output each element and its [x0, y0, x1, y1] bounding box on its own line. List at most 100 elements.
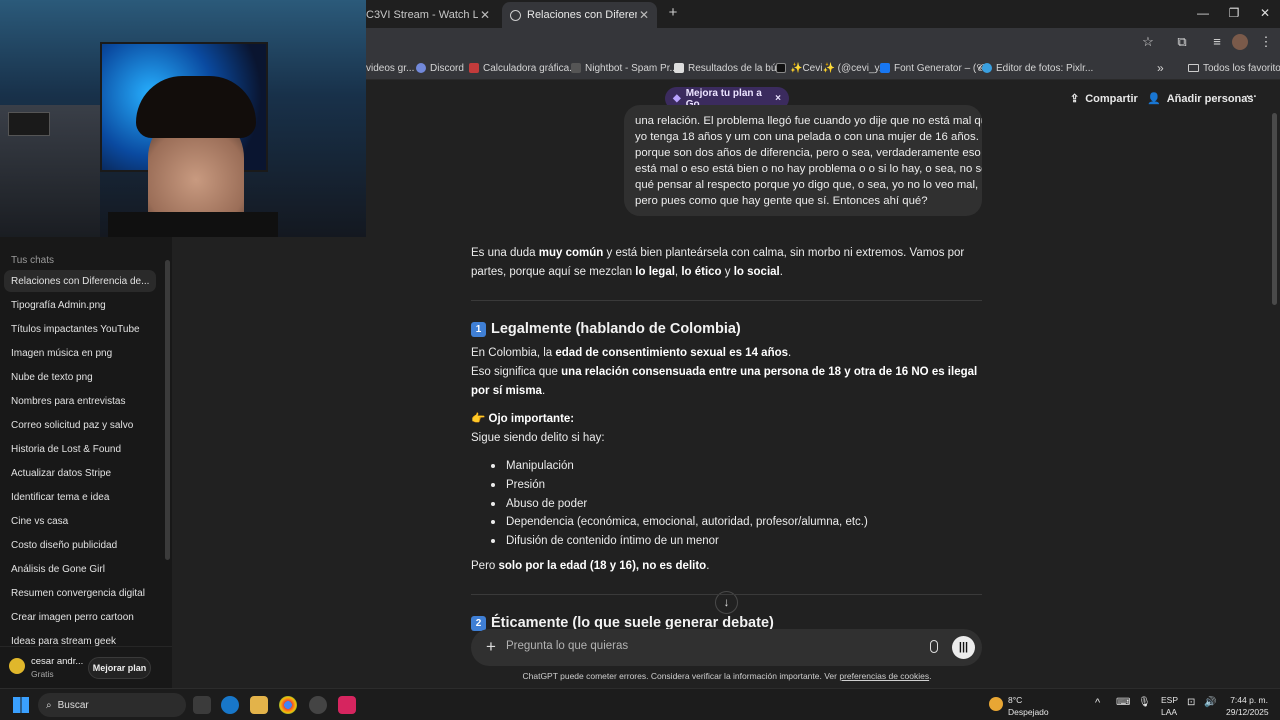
legal-paragraph-1: En Colombia, la edad de consentimiento s… [471, 344, 982, 363]
microphone-tray-icon[interactable]: 🎙 [1138, 698, 1151, 708]
bold-text: lo social [733, 265, 780, 278]
upgrade-plan-button[interactable]: Mejorar plan [88, 657, 151, 679]
taskbar-search[interactable]: ⌕ Buscar [38, 693, 186, 717]
sidebar-item-chat[interactable]: Correo solicitud paz y salvo [4, 414, 156, 436]
search-label: Buscar [57, 699, 89, 711]
keyboard-icon[interactable]: ⌨ [1116, 698, 1130, 708]
bookmark-label: Discord [430, 62, 464, 74]
text: Eso significa que [471, 366, 562, 378]
user-message-line: qué pensar al respecto porque yo digo qu… [635, 179, 979, 191]
chrome-icon[interactable] [279, 696, 297, 714]
sidebar-item-chat[interactable]: Resumen convergencia digital [4, 582, 156, 604]
bookmark-font-generator[interactable]: Font Generator – (𝓒... [880, 60, 992, 76]
volume-icon[interactable]: 🔊 [1204, 698, 1216, 708]
windows-taskbar: ⌕ Buscar 8°C Despejado ^ ⌨ 🎙 ESP LAA ⊡ 🔊… [0, 688, 1280, 720]
sidebar-item-chat[interactable]: Actualizar datos Stripe [4, 462, 156, 484]
profile-footer[interactable]: cesar andr... Gratis Mejorar plan [0, 646, 172, 688]
sidebar-item-chat[interactable]: Crear imagen perro cartoon [4, 606, 156, 628]
sidebar-item-chat[interactable]: Cine vs casa [4, 510, 156, 532]
extensions-icon[interactable]: ⧉ [1173, 33, 1191, 51]
weather[interactable]: 8°C Despejado [1008, 695, 1049, 717]
sidebar-item-chat[interactable]: Historia de Lost & Found [4, 438, 156, 460]
bookmark-nightbot[interactable]: Nightbot - Spam Pr... [571, 60, 678, 76]
sidebar-item-chat[interactable]: Análisis de Gone Girl [4, 558, 156, 580]
close-window-button[interactable]: ✕ [1255, 4, 1275, 22]
minimize-button[interactable]: — [1193, 4, 1213, 22]
profile-avatar-icon[interactable] [1232, 34, 1248, 50]
close-icon[interactable]: ✕ [639, 8, 649, 22]
close-icon[interactable]: × [775, 93, 781, 104]
facebook-icon [880, 63, 890, 73]
more-options-button[interactable]: ··· [1246, 91, 1257, 103]
bookmark-label: Nightbot - Spam Pr... [585, 62, 678, 74]
media-control-icon[interactable]: ≡ [1208, 33, 1226, 51]
sidebar-item-chat[interactable]: Nombres para entrevistas [4, 390, 156, 412]
sidebar-item-chat[interactable]: Imagen música en png [4, 342, 156, 364]
monitor [8, 112, 50, 136]
bookmark-label: videos gr... [366, 62, 415, 74]
bookmark-discord[interactable]: Discord [416, 60, 464, 76]
cookie-preferences-link[interactable]: preferencias de cookies [839, 671, 929, 681]
bookmark-resultados[interactable]: Resultados de la bú... [674, 60, 785, 76]
chevron-up-icon[interactable]: ^ [1095, 698, 1100, 709]
add-attachment-button[interactable]: + [482, 637, 500, 657]
sidebar-item-chat[interactable]: Títulos impactantes YouTube [4, 318, 156, 340]
bookmark-label: Resultados de la bú... [688, 62, 785, 74]
windows-start-icon[interactable] [13, 697, 29, 713]
chat-scrollbar[interactable] [1272, 113, 1277, 305]
pointing-hand-icon: 👉 [471, 413, 486, 425]
language-indicator[interactable]: ESP LAA [1161, 695, 1178, 717]
share-button[interactable]: ⇪ Compartir [1070, 92, 1138, 106]
edge-icon[interactable] [221, 696, 239, 714]
tab-kick-stream[interactable]: C3VI Stream - Watch Live on Ki ✕ [358, 2, 498, 28]
chevron-right-icon[interactable]: » [1157, 60, 1164, 76]
bookmark-tiktok[interactable]: ✨Cevi✨ (@cevi_y... [776, 60, 887, 76]
number-badge: 1 [471, 321, 486, 337]
file-explorer-icon[interactable] [250, 696, 268, 714]
sidebar-scrollbar[interactable] [165, 260, 170, 560]
close-icon[interactable]: ✕ [480, 8, 490, 22]
bold-text: edad de consentimiento sexual es 14 años [555, 347, 789, 359]
chats-heading: Tus chats [11, 255, 54, 266]
capcut-icon[interactable] [338, 696, 356, 714]
sidebar-item-chat[interactable]: Costo diseño publicidad [4, 534, 156, 556]
restore-button[interactable]: ❐ [1224, 4, 1244, 22]
chatgpt-app-icon[interactable] [309, 696, 327, 714]
bookmark-calculadora[interactable]: Calculadora gráfica... [469, 60, 578, 76]
task-view-icon[interactable] [193, 696, 211, 714]
person-add-icon: 👤 [1147, 93, 1161, 105]
list-item: Dependencia (económica, emocional, autor… [491, 516, 868, 528]
user-message-line: porque son dos años de diferencia, pero … [635, 147, 981, 159]
text: En Colombia, la [471, 347, 556, 359]
bold-text: lo ético [681, 265, 722, 278]
prompt-composer: + Pregunta lo que quieras ||| [471, 629, 982, 666]
sidebar-item-chat[interactable]: Nube de texto png [4, 366, 156, 388]
star-icon[interactable]: ☆ [1139, 33, 1157, 51]
bookmark-label: Font Generator – (𝓒... [894, 62, 992, 74]
disclaimer-text: ChatGPT puede cometer errores. Considera… [522, 671, 840, 681]
all-favorites[interactable]: Todos los favoritos [1188, 60, 1280, 76]
document-icon [674, 63, 684, 73]
menu-kebab-icon[interactable]: ⋮ [1257, 33, 1275, 51]
add-people-label: Añadir personas [1166, 92, 1254, 105]
network-icon[interactable]: ⊡ [1187, 698, 1195, 708]
bullet-dot [491, 520, 495, 524]
sidebar-item-chat[interactable]: Relaciones con Diferencia de... [4, 270, 156, 292]
new-tab-button[interactable]: + [664, 4, 682, 22]
voice-mode-button[interactable]: ||| [952, 636, 975, 659]
prompt-input[interactable]: Pregunta lo que quieras [506, 640, 926, 652]
clock[interactable]: 7:44 p. m. 29/12/2025 [1226, 695, 1269, 717]
bookmark-pixlr[interactable]: Editor de fotos: Pixlr... [982, 60, 1093, 76]
avatar [9, 658, 25, 674]
microphone-icon[interactable] [930, 640, 938, 653]
bookmark-videos[interactable]: videos gr... [366, 60, 414, 76]
sidebar-item-chat[interactable]: Identificar tema e idea [4, 486, 156, 508]
add-people-button[interactable]: 👤 Añadir personas [1147, 92, 1254, 106]
text: Pero [471, 560, 499, 572]
pixlr-icon [982, 63, 992, 73]
text: Es una duda [471, 247, 539, 259]
disclaimer: ChatGPT puede cometer errores. Considera… [172, 671, 1280, 681]
list-item: Abuso de poder [491, 498, 587, 510]
sidebar-item-chat[interactable]: Tipografía Admin.png [4, 294, 156, 316]
tab-chatgpt-conversation[interactable]: Relaciones con Diferencia de Ed ✕ [502, 2, 657, 28]
